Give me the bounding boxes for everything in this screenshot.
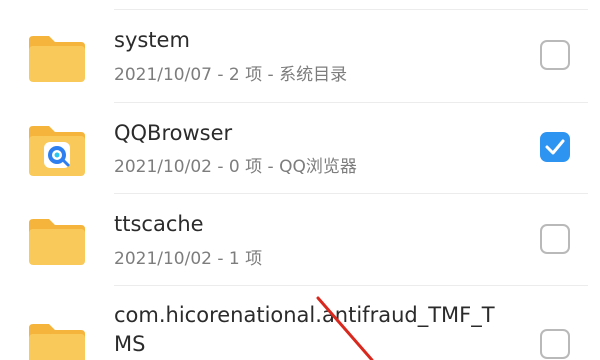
select-checkbox-checked[interactable] [540,132,570,162]
file-meta: 2021/10/02 - 0 项 - QQ浏览器 [114,157,357,177]
file-meta: 2021/10/02 - 1 项 [114,249,263,269]
select-checkbox[interactable] [540,40,570,70]
check-icon [545,139,565,155]
list-item-ttscache[interactable]: ttscache 2021/10/02 - 1 项 [0,193,600,285]
folder-icon [27,124,87,176]
qq-browser-logo-icon [44,142,70,168]
file-name: ttscache [114,212,204,236]
folder-icon [27,217,87,267]
folder-icon [27,34,87,84]
folder-icon [27,322,87,360]
file-name: QQBrowser [114,121,233,145]
file-name: com.hicorenational.antifraud_TMF_T MS [114,301,514,359]
file-name-line-1: com.hicorenational.antifraud_TMF_T [114,303,495,327]
list-item-qqbrowser[interactable]: QQBrowser 2021/10/02 - 0 项 - QQ浏览器 [0,102,600,193]
file-meta: 2021/10/07 - 2 项 - 系统目录 [114,65,348,85]
file-name-line-2: MS [114,332,146,356]
select-checkbox[interactable] [540,329,570,359]
file-manager-list: system 2021/10/07 - 2 项 - 系统目录 QQBrowser… [0,0,600,360]
list-item-antifraud[interactable]: com.hicorenational.antifraud_TMF_T MS [0,285,600,360]
select-checkbox[interactable] [540,224,570,254]
file-name: system [114,28,190,52]
list-item-system[interactable]: system 2021/10/07 - 2 项 - 系统目录 [0,10,600,102]
